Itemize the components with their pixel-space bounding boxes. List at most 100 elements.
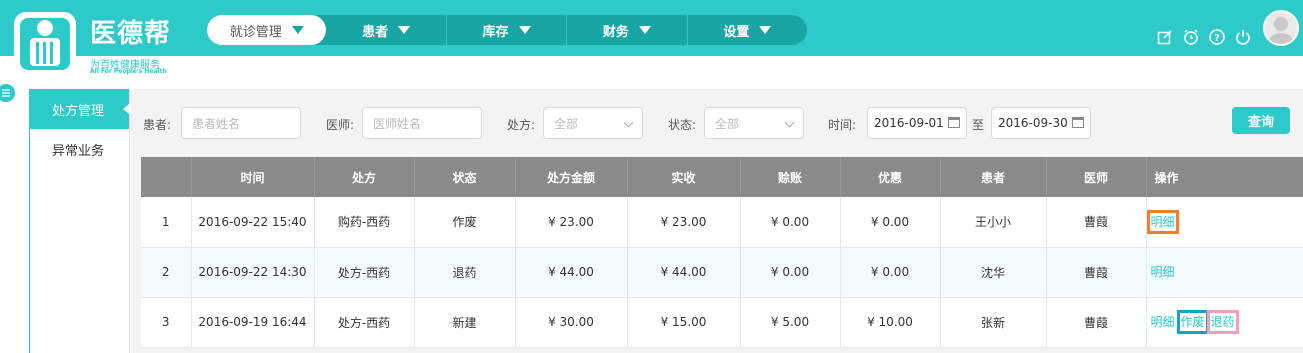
cell-credit: ¥ 5.00 bbox=[739, 297, 840, 348]
nav-item-inventory[interactable]: 库存 bbox=[447, 15, 566, 45]
caret-down-icon bbox=[398, 26, 411, 34]
col-header-status: 状态 bbox=[413, 157, 515, 197]
cell-rx: 处方-西药 bbox=[313, 297, 414, 348]
sidebar-item-exception[interactable]: 异常业务 bbox=[30, 129, 129, 169]
menu-toggle-icon[interactable] bbox=[0, 84, 15, 102]
main-nav: 就诊管理 患者 库存 财务 设置 bbox=[207, 15, 807, 45]
query-button[interactable]: 查询 bbox=[1232, 107, 1290, 134]
col-header-ops: 操作 bbox=[1145, 157, 1303, 197]
cell-no: 1 bbox=[141, 197, 191, 248]
rx-select[interactable]: 全部 bbox=[543, 107, 643, 139]
help-icon[interactable]: ? bbox=[1208, 28, 1226, 46]
cell-status: 新建 bbox=[413, 297, 515, 348]
detail-link[interactable]: 明细 bbox=[1147, 260, 1179, 284]
cell-status: 作废 bbox=[413, 197, 515, 248]
detail-link[interactable]: 明细 bbox=[1147, 310, 1179, 334]
cell-time: 2016-09-22 15:40 bbox=[190, 197, 314, 248]
main-content: 患者: 患者姓名 医师: 医师姓名 处方: 全部 状态: 全部 时间: 2016… bbox=[131, 89, 1303, 353]
patient-label: 患者: bbox=[143, 118, 172, 132]
cell-doctor: 曹葭 bbox=[1045, 297, 1146, 348]
cell-no: 3 bbox=[141, 297, 191, 348]
nav-item-label: 财务 bbox=[602, 24, 629, 40]
app-name: 医德帮 bbox=[90, 19, 172, 49]
power-icon[interactable] bbox=[1234, 28, 1252, 46]
nav-item-label: 设置 bbox=[723, 24, 750, 40]
prescription-table: 时间 处方 状态 处方金额 实收 赊账 优惠 患者 医师 操作 1 2016-0… bbox=[141, 157, 1303, 348]
table-row: 2 2016-09-22 14:30 处方-西药 退药 ¥ 44.00 ¥ 44… bbox=[141, 247, 1303, 298]
nav-item-label: 患者 bbox=[362, 24, 389, 40]
cell-received: ¥ 44.00 bbox=[626, 247, 740, 298]
nav-item-settings[interactable]: 设置 bbox=[688, 15, 807, 45]
cell-amount: ¥ 44.00 bbox=[514, 247, 627, 298]
cell-time: 2016-09-19 16:44 bbox=[190, 297, 314, 348]
top-header: 医德帮 就诊管理 患者 库存 财务 设置 ? bbox=[0, 0, 1303, 76]
status-select[interactable]: 全部 bbox=[704, 107, 804, 139]
cell-rx: 购药-西药 bbox=[313, 197, 414, 248]
date-to-value: 2016-09-30 bbox=[998, 116, 1068, 130]
cell-discount: ¥ 0.00 bbox=[839, 197, 940, 248]
status-select-value: 全部 bbox=[715, 116, 740, 131]
date-from-value: 2016-09-01 bbox=[874, 116, 944, 130]
header-toolbar: ? bbox=[1156, 28, 1252, 46]
caret-down-icon bbox=[759, 26, 772, 34]
cell-discount: ¥ 0.00 bbox=[839, 247, 940, 298]
caret-down-icon bbox=[291, 26, 304, 34]
cell-amount: ¥ 23.00 bbox=[514, 197, 627, 248]
cell-status: 退药 bbox=[413, 247, 515, 298]
edit-icon[interactable] bbox=[1156, 28, 1174, 46]
calendar-icon bbox=[948, 117, 960, 128]
avatar[interactable] bbox=[1263, 10, 1299, 46]
patient-input[interactable]: 患者姓名 bbox=[181, 107, 301, 139]
sidebar-item-prescription[interactable]: 处方管理 bbox=[30, 89, 130, 129]
nav-item-label: 库存 bbox=[482, 24, 509, 40]
time-label: 时间: bbox=[828, 118, 857, 132]
col-header-doctor: 医师 bbox=[1045, 157, 1146, 197]
cell-credit: ¥ 0.00 bbox=[739, 247, 840, 298]
to-label: 至 bbox=[972, 118, 985, 132]
caret-down-icon bbox=[518, 26, 531, 34]
app-slogan-en: All For People's Health bbox=[90, 68, 167, 75]
rx-label: 处方: bbox=[507, 118, 536, 132]
cell-credit: ¥ 0.00 bbox=[739, 197, 840, 248]
col-header-discount: 优惠 bbox=[839, 157, 940, 197]
return-drug-link[interactable]: 退药 bbox=[1206, 310, 1239, 334]
void-link[interactable]: 作废 bbox=[1176, 310, 1209, 334]
col-header-no bbox=[141, 157, 191, 197]
detail-link[interactable]: 明细 bbox=[1146, 209, 1179, 234]
caret-down-icon bbox=[638, 26, 651, 34]
cell-discount: ¥ 10.00 bbox=[839, 297, 940, 348]
cell-doctor: 曹葭 bbox=[1045, 247, 1146, 298]
date-from-input[interactable]: 2016-09-01 bbox=[867, 107, 967, 139]
bell-icon[interactable] bbox=[1182, 28, 1200, 46]
table-row: 3 2016-09-19 16:44 处方-西药 新建 ¥ 30.00 ¥ 15… bbox=[141, 297, 1303, 348]
cell-ops: 明细 作废 退药 bbox=[1145, 297, 1303, 348]
status-label: 状态: bbox=[668, 118, 697, 132]
nav-item-patient[interactable]: 患者 bbox=[326, 15, 445, 45]
doctor-label: 医师: bbox=[326, 118, 355, 132]
cell-ops: 明细 bbox=[1145, 197, 1303, 248]
rx-select-value: 全部 bbox=[554, 116, 579, 131]
col-header-time: 时间 bbox=[190, 157, 314, 197]
col-header-credit: 赊账 bbox=[739, 157, 840, 197]
calendar-icon bbox=[1072, 117, 1084, 128]
nav-item-label: 就诊管理 bbox=[229, 24, 282, 40]
nav-item-visit[interactable]: 就诊管理 bbox=[207, 15, 327, 45]
cell-patient: 沈华 bbox=[939, 247, 1046, 298]
doctor-input[interactable]: 医师姓名 bbox=[362, 107, 482, 139]
cell-patient: 王小小 bbox=[939, 197, 1046, 248]
cell-no: 2 bbox=[141, 247, 191, 298]
cell-received: ¥ 15.00 bbox=[626, 297, 740, 348]
col-header-received: 实收 bbox=[626, 157, 740, 197]
table-row: 1 2016-09-22 15:40 购药-西药 作废 ¥ 23.00 ¥ 23… bbox=[141, 197, 1303, 248]
chevron-down-icon bbox=[623, 117, 634, 128]
logo-icon bbox=[12, 8, 82, 78]
date-to-input[interactable]: 2016-09-30 bbox=[991, 107, 1091, 139]
table-header: 时间 处方 状态 处方金额 实收 赊账 优惠 患者 医师 操作 bbox=[141, 157, 1303, 197]
cell-received: ¥ 23.00 bbox=[626, 197, 740, 248]
sidebar: 处方管理 异常业务 bbox=[30, 89, 130, 353]
nav-item-finance[interactable]: 财务 bbox=[567, 15, 686, 45]
col-header-amount: 处方金额 bbox=[514, 157, 627, 197]
svg-text:?: ? bbox=[1214, 33, 1220, 44]
chevron-down-icon bbox=[784, 117, 795, 128]
filter-bar: 患者: 患者姓名 医师: 医师姓名 处方: 全部 状态: 全部 时间: 2016… bbox=[131, 89, 1303, 147]
